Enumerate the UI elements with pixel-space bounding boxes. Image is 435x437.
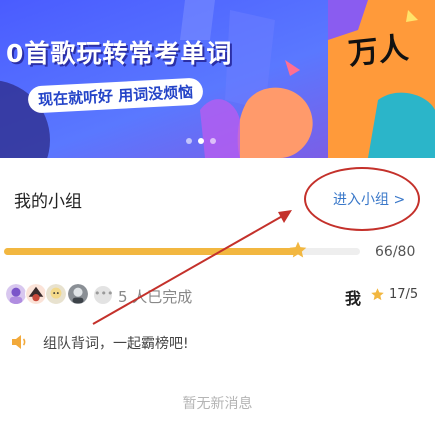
- annotation-circle: [304, 167, 420, 231]
- progress-count: 66/80: [375, 244, 416, 260]
- carousel-dot-active[interactable]: [198, 138, 204, 144]
- more-members-icon[interactable]: •••: [94, 286, 113, 304]
- banner-next-decoration: [328, 0, 435, 158]
- avatar-3[interactable]: [45, 283, 67, 305]
- banner-title: 0首歌玩转常考单词: [6, 39, 233, 68]
- avatar-2[interactable]: [25, 283, 47, 305]
- avatar-4[interactable]: [67, 283, 89, 305]
- carousel-dot[interactable]: [186, 138, 192, 144]
- star-icon: [371, 288, 384, 301]
- group-slogan: 组队背词，一起霸榜吧!: [43, 336, 189, 352]
- my-label: 我: [345, 289, 362, 308]
- no-new-messages: 暂无新消息: [182, 396, 253, 412]
- carousel-dot[interactable]: [210, 138, 216, 144]
- my-group-title: 我的小组: [14, 192, 82, 212]
- completed-count: 5 人已完成: [118, 288, 193, 306]
- banner-slide-next[interactable]: 万人: [328, 0, 435, 158]
- banner-slide-current[interactable]: 0首歌玩转常考单词 现在就听好 用词没烦恼: [0, 0, 328, 158]
- avatar-1[interactable]: [5, 283, 27, 305]
- my-score: 17/5: [389, 287, 419, 302]
- progress-fill: [4, 248, 298, 255]
- speaker-icon: [12, 335, 26, 349]
- banner-next-title: 万人: [346, 30, 411, 73]
- progress-star-icon: [289, 241, 307, 258]
- promo-banner[interactable]: 0首歌玩转常考单词 现在就听好 用词没烦恼 万人: [0, 0, 435, 158]
